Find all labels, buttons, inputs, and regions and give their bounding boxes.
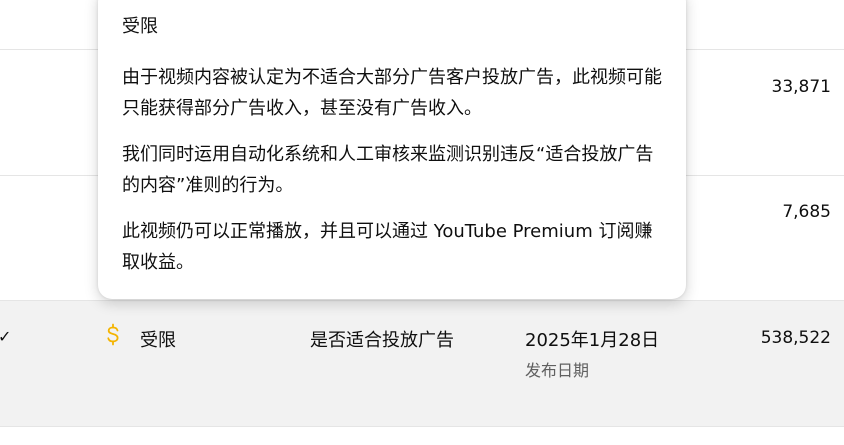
restriction-tooltip: 受限 由于视频内容被认定为不适合大部分广告客户投放广告，此视频可能只能获得部分广… — [98, 0, 686, 299]
monetization-status[interactable]: 受限 — [140, 326, 176, 352]
restriction-reason: 是否适合投放广告 — [310, 330, 454, 351]
tooltip-paragraph: 此视频仍可以正常播放，并且可以通过 YouTube Premium 订阅赚取收益… — [122, 221, 653, 273]
publish-date-caption: 发布日期 — [525, 361, 590, 380]
views-count: 33,871 — [771, 77, 831, 97]
tooltip-title: 受限 — [122, 16, 158, 37]
tooltip-paragraph: 由于视频内容被认定为不适合大部分广告客户投放广告，此视频可能只能获得部分广告收入… — [122, 67, 662, 119]
tooltip-paragraph: 我们同时运用自动化系统和人工审核来监测识别违反“适合投放广告的内容”准则的行为。 — [122, 144, 654, 196]
publish-date: 2025年1月28日 — [525, 330, 660, 351]
views-count: 7,685 — [782, 202, 831, 222]
dollar-icon[interactable] — [102, 321, 124, 349]
views-count: 538,522 — [760, 328, 831, 348]
checkmark-icon: ✓ — [0, 327, 12, 346]
table-row[interactable]: ✓ 受限 是否适合投放广告 2025年1月28日 发布日期 538,522 — [0, 301, 844, 427]
